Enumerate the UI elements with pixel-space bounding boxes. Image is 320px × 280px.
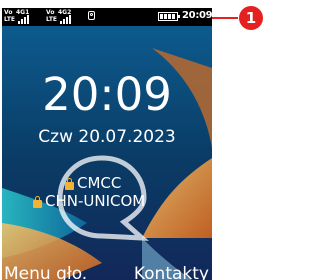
status-bar: Vo LTE 4G1 Vo LTE 4G2 20:09 [2,8,212,26]
callout-line [212,17,238,19]
lock-icon [33,196,42,208]
clock: 20:09 [42,68,172,121]
callout-badge: 1 [239,6,263,30]
operator-cmcc: CMCC [2,174,212,194]
operator-name: CHN-UNICOM [45,192,146,210]
operator-chn-unicom: CHN-UNICOM [2,192,212,212]
softkey-contacts[interactable]: Kontakty [134,264,209,280]
volte-label-sim2: Vo LTE [46,9,58,23]
volte-label-sim1: Vo LTE [4,9,16,23]
lock-icon [65,178,74,190]
signal-icon [18,15,32,24]
softkey-menu[interactable]: Menu gło. [4,264,87,280]
status-time: 20:09 [182,10,212,21]
battery-icon [158,12,180,21]
message-icon [88,11,95,20]
phone-screen: Vo LTE 4G1 Vo LTE 4G2 20:09 20:09 Czw 20… [2,8,212,280]
battery-level [160,14,176,19]
operator-name: CMCC [77,174,122,192]
date: Czw 20.07.2023 [38,127,176,147]
signal-icon [60,15,74,24]
